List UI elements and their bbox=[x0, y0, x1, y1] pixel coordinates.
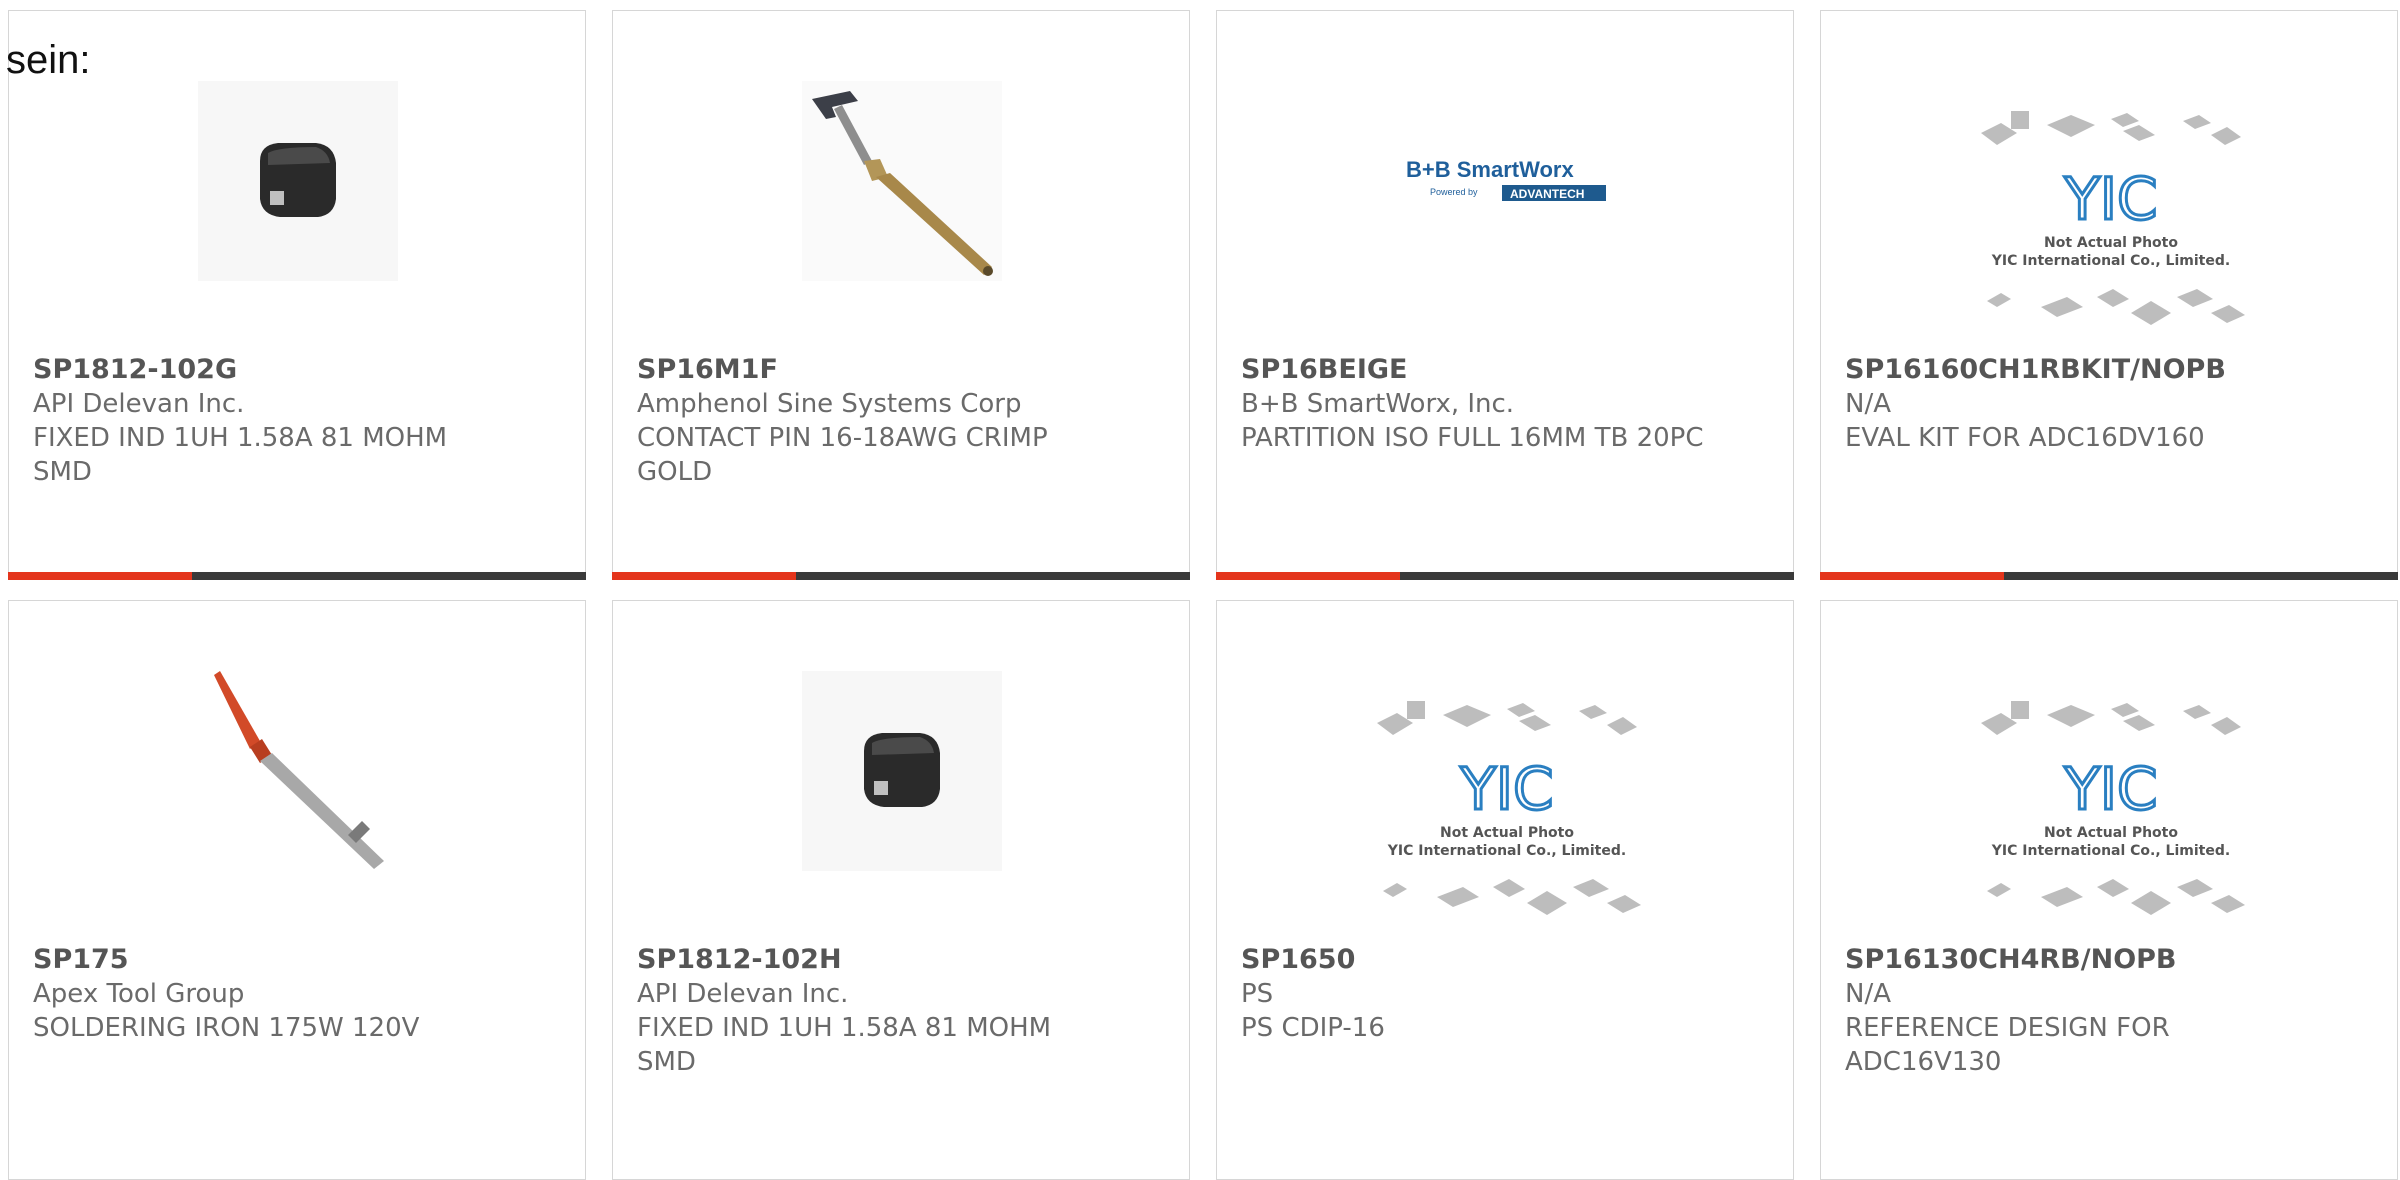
description: SOLDERING IRON 175W 120V bbox=[33, 1013, 420, 1043]
part-number[interactable]: SP16M1F bbox=[637, 353, 1117, 387]
product-card[interactable]: SP16M1F Amphenol Sine Systems Corp CONTA… bbox=[612, 10, 1190, 580]
product-card[interactable]: B+B SmartWorx Powered by ADVANTECH SP16B… bbox=[1216, 10, 1794, 580]
product-grid: SP1812-102G API Delevan Inc. FIXED IND 1… bbox=[0, 0, 2400, 1180]
placeholder-brand: YIC bbox=[1459, 755, 1553, 823]
part-number[interactable]: SP1812-102G bbox=[33, 353, 513, 387]
card-footer-bar bbox=[612, 572, 1190, 580]
part-number[interactable]: SP1812-102H bbox=[637, 943, 1117, 977]
yic-placeholder: YIC Not Actual Photo YIC International C… bbox=[1981, 701, 2245, 915]
placeholder-line1: Not Actual Photo bbox=[1440, 825, 1574, 841]
part-number[interactable]: SP16130CH4RB/NOPB bbox=[1845, 943, 2325, 977]
logo-line3: ADVANTECH bbox=[1510, 187, 1584, 201]
description: PS CDIP-16 bbox=[1241, 1013, 1385, 1043]
part-number[interactable]: SP1650 bbox=[1241, 943, 1721, 977]
yic-placeholder: YIC Not Actual Photo YIC International C… bbox=[1377, 701, 1641, 915]
bb-smartworx-logo: B+B SmartWorx Powered by ADVANTECH bbox=[1406, 157, 1606, 201]
logo-line1: B+B SmartWorx bbox=[1406, 157, 1574, 182]
part-number[interactable]: SP16160CH1RBKIT/NOPB bbox=[1845, 353, 2325, 387]
product-card[interactable]: SP175 Apex Tool Group SOLDERING IRON 175… bbox=[8, 600, 586, 1180]
logo-line2: Powered by bbox=[1430, 187, 1478, 197]
manufacturer: API Delevan Inc. bbox=[33, 389, 245, 419]
placeholder-line1: Not Actual Photo bbox=[2044, 235, 2178, 251]
manufacturer: N/A bbox=[1845, 389, 1891, 419]
placeholder-line1: Not Actual Photo bbox=[2044, 825, 2178, 841]
product-card[interactable]: YIC Not Actual Photo YIC International C… bbox=[1820, 600, 2398, 1180]
product-image-inductor[interactable] bbox=[802, 671, 1002, 871]
product-card[interactable]: YIC Not Actual Photo YIC International C… bbox=[1216, 600, 1794, 1180]
product-card[interactable]: SP1812-102G API Delevan Inc. FIXED IND 1… bbox=[8, 10, 586, 580]
card-footer-bar bbox=[1820, 572, 2398, 580]
part-number[interactable]: SP16BEIGE bbox=[1241, 353, 1721, 387]
product-image-contact-pin[interactable] bbox=[802, 81, 1002, 281]
manufacturer: PS bbox=[1241, 979, 1274, 1009]
description: EVAL KIT FOR ADC16DV160 bbox=[1845, 423, 2205, 453]
placeholder-brand: YIC bbox=[2063, 165, 2157, 233]
placeholder-line2: YIC International Co., Limited. bbox=[1991, 843, 2230, 859]
card-footer-bar bbox=[1216, 572, 1794, 580]
manufacturer: API Delevan Inc. bbox=[637, 979, 849, 1009]
part-number[interactable]: SP175 bbox=[33, 943, 513, 977]
yic-placeholder: YIC Not Actual Photo YIC International C… bbox=[1981, 111, 2245, 325]
product-card[interactable]: SP1812-102H API Delevan Inc. FIXED IND 1… bbox=[612, 600, 1190, 1180]
placeholder-line2: YIC International Co., Limited. bbox=[1387, 843, 1626, 859]
product-image-placeholder[interactable]: YIC Not Actual Photo YIC International C… bbox=[1971, 101, 2251, 351]
description: REFERENCE DESIGN FOR ADC16V130 bbox=[1845, 1013, 2170, 1077]
product-image-soldering-iron[interactable] bbox=[198, 671, 398, 871]
product-card[interactable]: YIC Not Actual Photo YIC International C… bbox=[1820, 10, 2398, 580]
manufacturer: Apex Tool Group bbox=[33, 979, 245, 1009]
card-footer-bar bbox=[8, 572, 586, 580]
description: CONTACT PIN 16-18AWG CRIMP GOLD bbox=[637, 423, 1048, 487]
placeholder-brand: YIC bbox=[2063, 755, 2157, 823]
manufacturer: B+B SmartWorx, Inc. bbox=[1241, 389, 1515, 419]
description: FIXED IND 1UH 1.58A 81 MOHM SMD bbox=[637, 1013, 1052, 1077]
product-image-inductor[interactable] bbox=[198, 81, 398, 281]
product-image-brand-logo[interactable]: B+B SmartWorx Powered by ADVANTECH bbox=[1406, 81, 1606, 281]
placeholder-line2: YIC International Co., Limited. bbox=[1991, 253, 2230, 269]
product-image-placeholder[interactable]: YIC Not Actual Photo YIC International C… bbox=[1971, 691, 2251, 941]
description: FIXED IND 1UH 1.58A 81 MOHM SMD bbox=[33, 423, 448, 487]
lead-text: sein: bbox=[6, 38, 91, 82]
product-image-placeholder[interactable]: YIC Not Actual Photo YIC International C… bbox=[1367, 691, 1647, 941]
manufacturer: Amphenol Sine Systems Corp bbox=[637, 389, 1022, 419]
description: PARTITION ISO FULL 16MM TB 20PC bbox=[1241, 423, 1704, 453]
manufacturer: N/A bbox=[1845, 979, 1891, 1009]
